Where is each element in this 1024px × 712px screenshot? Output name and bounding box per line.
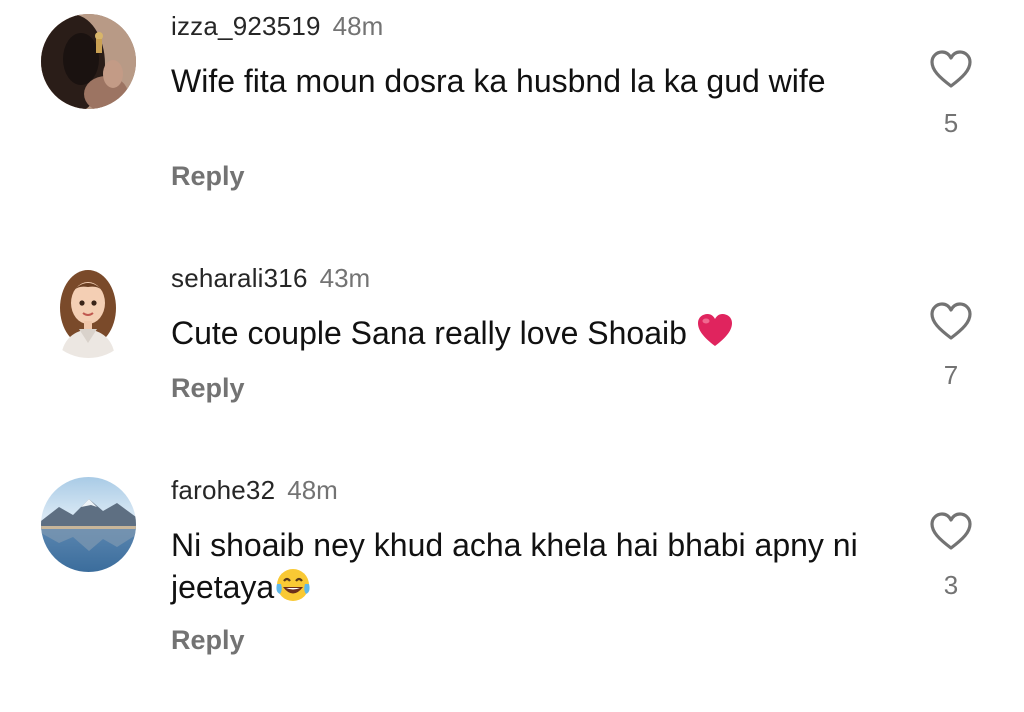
comment-text: Ni shoaib ney khud acha khela hai bhabi … bbox=[171, 524, 871, 608]
like-button[interactable]: 5 bbox=[928, 50, 974, 138]
like-count: 3 bbox=[943, 570, 959, 600]
avatar[interactable] bbox=[41, 477, 136, 572]
heart-icon bbox=[930, 302, 972, 340]
username[interactable]: izza_923519 bbox=[171, 11, 321, 41]
timestamp: 48m bbox=[332, 11, 384, 41]
cartoon-girl-avatar-icon bbox=[41, 263, 136, 358]
heart-icon bbox=[930, 50, 972, 88]
username[interactable]: farohe32 bbox=[171, 475, 275, 505]
avatar[interactable] bbox=[41, 14, 136, 109]
like-count: 7 bbox=[943, 360, 959, 390]
comment-text: Cute couple Sana really love Shoaib bbox=[171, 312, 871, 354]
avatar[interactable] bbox=[41, 263, 136, 358]
reply-button[interactable]: Reply bbox=[171, 624, 245, 656]
comment-meta: farohe32 48m bbox=[171, 475, 338, 505]
mountain-lake-avatar-icon bbox=[41, 477, 136, 572]
comment-text-content: Cute couple Sana really love Shoaib bbox=[171, 315, 687, 351]
username[interactable]: seharali316 bbox=[171, 263, 308, 293]
woman-photo-avatar-icon bbox=[41, 14, 136, 109]
comment-meta: seharali316 43m bbox=[171, 263, 370, 293]
like-button[interactable]: 7 bbox=[928, 302, 974, 390]
reply-button[interactable]: Reply bbox=[171, 372, 245, 404]
reply-button[interactable]: Reply bbox=[171, 160, 245, 192]
red-heart-emoji-icon bbox=[697, 314, 732, 346]
like-button[interactable]: 3 bbox=[928, 512, 974, 600]
tears-of-joy-emoji-icon bbox=[276, 569, 310, 601]
like-count: 5 bbox=[943, 108, 959, 138]
comment-text-content: Wife fita moun dosra ka husbnd la ka gud… bbox=[171, 63, 826, 99]
comment-text: Wife fita moun dosra ka husbnd la ka gud… bbox=[171, 60, 871, 102]
heart-icon bbox=[930, 512, 972, 550]
timestamp: 48m bbox=[287, 475, 338, 505]
timestamp: 43m bbox=[319, 263, 371, 293]
comment-meta: izza_923519 48m bbox=[171, 11, 383, 41]
